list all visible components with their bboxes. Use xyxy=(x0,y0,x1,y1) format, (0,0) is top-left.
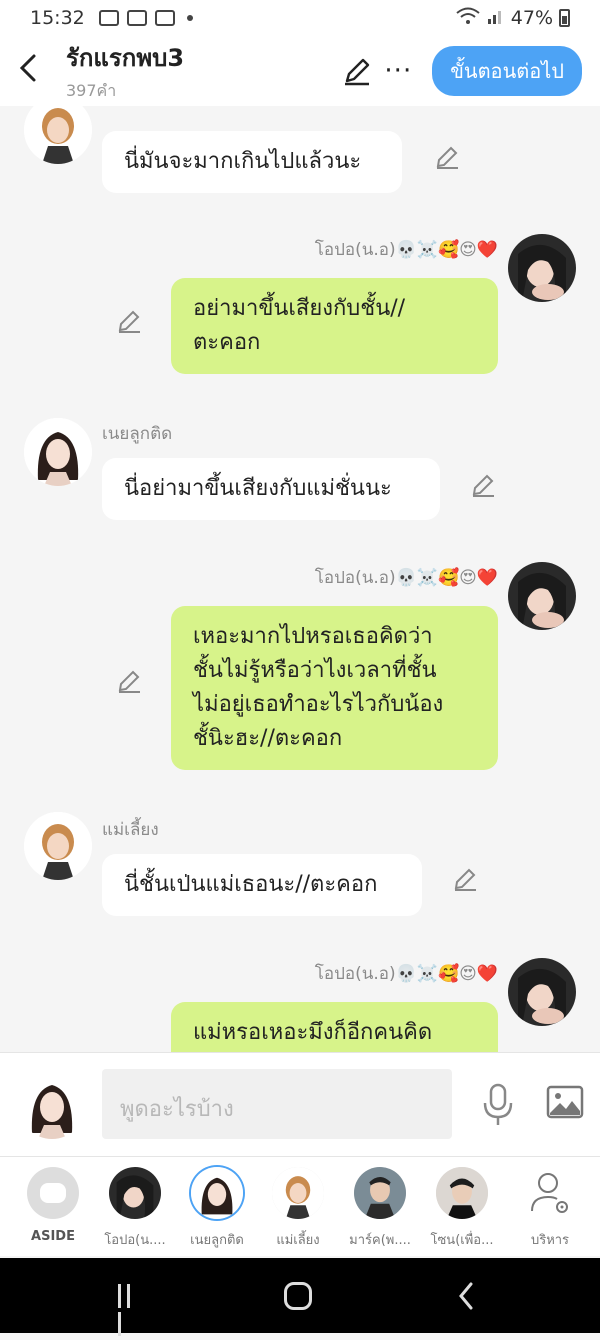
sender-name: เนยลูกติด xyxy=(102,424,173,444)
input-bar: พูดอะไรบ้าง xyxy=(0,1052,600,1156)
battery-icon xyxy=(559,9,570,27)
character-avatar xyxy=(109,1167,161,1219)
story-title: รักแรกพบ3 xyxy=(66,44,185,72)
title-block: รักแรกพบ3 397คำ xyxy=(66,38,184,104)
notification-dot-icon xyxy=(186,15,193,21)
character-label: เนยลูกติด xyxy=(190,1233,244,1248)
nav-back-icon[interactable] xyxy=(458,1282,474,1310)
message-text: ชั้นิะฮะ//ตะคอก xyxy=(193,726,343,751)
character-label: โซน(เพื่อ... xyxy=(430,1233,494,1248)
laz-notification-icon xyxy=(126,10,147,26)
message-text: ชั้นไม่รู้หรือว่าไงเวลาที่ชั้น xyxy=(193,658,437,683)
character-mark[interactable]: มาร์ค(พ.... xyxy=(340,1167,420,1250)
message-bubble[interactable]: นี่มันจะมากเกินไปแล้วนะ xyxy=(102,131,402,193)
edit-message-icon[interactable] xyxy=(452,866,478,892)
status-time: 15:32 xyxy=(30,7,85,29)
status-bar: 15:32 47% xyxy=(0,0,600,36)
message-bubble[interactable]: อย่ามาขึ้นเสียงกับชั้น// ตะคอก xyxy=(171,278,498,374)
image-icon[interactable] xyxy=(546,1085,584,1119)
message-bubble[interactable]: เหอะมากไปหรอเธอคิดว่า ชั้นไม่รู้หรือว่าไ… xyxy=(171,606,498,770)
character-stepmother[interactable]: แม่เลี้ยง xyxy=(258,1167,338,1250)
message-text: ไม่อยู่เธอทำอะไรไวกับน้อง xyxy=(193,692,444,717)
message-text: นี่อย่ามาขึ้นเสียงกับแม่ชั่นนะ xyxy=(124,476,392,501)
character-label: โอปอ(น.... xyxy=(104,1233,166,1248)
message-text: ตะคอก xyxy=(193,330,261,355)
system-nav-bar xyxy=(0,1258,600,1336)
character-label: แม่เลี้ยง xyxy=(276,1233,320,1248)
character-avatar xyxy=(436,1167,488,1219)
message-bubble[interactable]: นี่ชั้นเป่นแม่เธอนะ//ตะคอก xyxy=(102,854,422,916)
message-text: นี่ชั้นเป่นแม่เธอนะ//ตะคอก xyxy=(124,872,378,897)
character-noey[interactable]: เนยลูกติด xyxy=(177,1167,257,1250)
home-icon[interactable] xyxy=(284,1282,312,1310)
message-text: แม่หรอเหอะมึงก็อีกคนคิด xyxy=(193,1020,433,1045)
avatar-opor[interactable] xyxy=(508,958,576,1026)
character-aside[interactable]: ASIDE xyxy=(13,1167,93,1244)
message-text: อย่ามาขึ้นเสียงกับชั้น// xyxy=(193,296,406,321)
edit-message-icon[interactable] xyxy=(434,144,460,170)
message-bubble[interactable]: นี่อย่ามาขึ้นเสียงกับแม่ชั่นนะ xyxy=(102,458,440,520)
character-avatar xyxy=(191,1167,243,1219)
next-step-button[interactable]: ขั้นตอนต่อไป xyxy=(432,46,582,96)
message-text: นี่มันจะมากเกินไปแล้วนะ xyxy=(124,149,362,174)
back-button[interactable] xyxy=(18,53,48,89)
avatar-opor[interactable] xyxy=(508,562,576,630)
manage-characters-button[interactable]: บริหาร xyxy=(510,1167,590,1250)
wifi-icon xyxy=(455,7,481,30)
more-options-button[interactable]: ··· xyxy=(384,56,412,86)
edit-message-icon[interactable] xyxy=(116,308,142,334)
current-speaker-avatar[interactable] xyxy=(18,1071,86,1139)
character-zone[interactable]: โซน(เพื่อ... xyxy=(422,1167,502,1250)
message-bubble[interactable]: แม่หรอเหอะมึงก็อีกคนคิด xyxy=(171,1002,498,1052)
character-opor[interactable]: โอปอ(น.... xyxy=(95,1167,175,1250)
edit-message-icon[interactable] xyxy=(116,668,142,694)
sender-name: โอปอ(น.อ)💀☠️🥰😍❤️ xyxy=(314,240,498,260)
character-label: ASIDE xyxy=(31,1229,75,1244)
avatar-stepmother[interactable] xyxy=(24,812,92,880)
message-text: เหอะมากไปหรอเธอคิดว่า xyxy=(193,624,433,649)
app-header: รักแรกพบ3 397คำ ··· ขั้นตอนต่อไป xyxy=(0,36,600,106)
avatar-stepmother[interactable] xyxy=(24,106,92,164)
sender-name: แม่เลี้ยง xyxy=(102,820,159,840)
message-input[interactable]: พูดอะไรบ้าง xyxy=(102,1069,452,1139)
recent-apps-icon[interactable] xyxy=(118,1284,144,1336)
signal-icon xyxy=(487,7,505,30)
character-bar: ASIDE โอปอ(น.... เนยลูกติด แม่เลี้ยง มาร… xyxy=(0,1156,600,1256)
sender-name: โอปอ(น.อ)💀☠️🥰😍❤️ xyxy=(314,568,498,588)
chevron-left-icon xyxy=(19,54,36,82)
battery-percent: 47% xyxy=(510,7,553,29)
character-avatar xyxy=(354,1167,406,1219)
play-notification-icon xyxy=(154,10,175,26)
character-label: บริหาร xyxy=(530,1233,570,1248)
edit-title-icon[interactable] xyxy=(342,56,372,86)
character-label: มาร์ค(พ.... xyxy=(349,1233,411,1248)
avatar-noey[interactable] xyxy=(24,418,92,486)
manage-user-icon xyxy=(531,1173,568,1213)
chat-area[interactable]: นี่มันจะมากเกินไปแล้วนะ โอปอ(น.อ)💀☠️🥰😍❤️… xyxy=(0,106,600,1052)
character-avatar xyxy=(272,1167,324,1219)
avatar-opor[interactable] xyxy=(508,234,576,302)
microphone-icon[interactable] xyxy=(480,1083,516,1127)
word-count: 397คำ xyxy=(66,81,117,100)
edit-message-icon[interactable] xyxy=(470,472,496,498)
gallery-notification-icon xyxy=(98,10,119,26)
aside-icon xyxy=(27,1167,79,1219)
sender-name: โอปอ(น.อ)💀☠️🥰😍❤️ xyxy=(314,964,498,984)
